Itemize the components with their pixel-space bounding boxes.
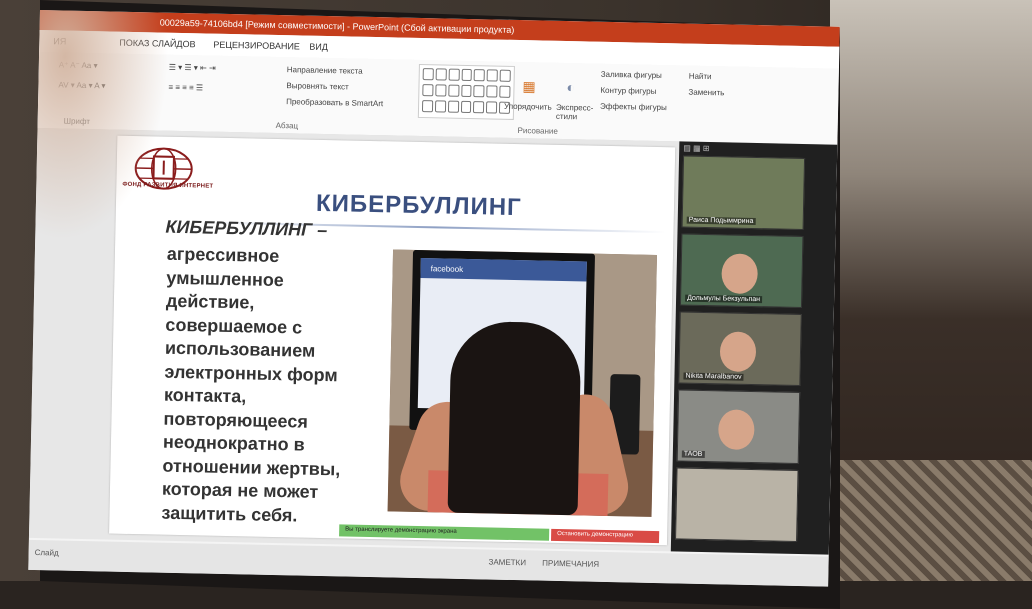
tab-home[interactable]: ИЯ xyxy=(53,36,66,46)
notes-button[interactable]: ЗАМЕТКИ xyxy=(488,558,526,568)
slide-canvas[interactable]: ФОНД РАЗВИТИЯ ИНТЕРНЕТ КИБЕРБУЛЛИНГ КИБЕ… xyxy=(109,136,675,546)
definition-term: КИБЕРБУЛЛИНГ – xyxy=(165,217,327,241)
arrange-icon: ▦ xyxy=(522,78,536,95)
photo-screen-brand: facebook xyxy=(431,264,464,274)
gallery-toolbar[interactable]: ▤ ▦ ⊞ xyxy=(683,144,833,157)
shape-fill-button[interactable]: Заливка фигуры xyxy=(601,70,662,80)
participant-tile[interactable]: Раиса Подыммрина xyxy=(682,155,805,230)
shapes-gallery[interactable] xyxy=(418,64,515,120)
drawing-group-label: Рисование xyxy=(517,126,557,136)
tab-slideshow[interactable]: ПОКАЗ СЛАЙДОВ xyxy=(119,38,195,50)
tab-view[interactable]: ВИД xyxy=(309,42,328,52)
align-controls[interactable]: ≡ ≡ ≡ ≡ ☰ xyxy=(168,83,203,93)
tab-review[interactable]: РЕЦЕНЗИРОВАНИЕ xyxy=(213,40,300,52)
paragraph-group-label: Абзац xyxy=(276,121,299,130)
slide-title: КИБЕРБУЛЛИНГ xyxy=(316,190,522,222)
carpet xyxy=(820,460,1032,581)
arrange-button[interactable]: Упорядочить xyxy=(504,102,552,112)
definition-text: агрессивное умышленное действие, соверша… xyxy=(161,243,387,530)
list-controls[interactable]: ☰ ▾ ☰ ▾ ⇤ ⇥ xyxy=(169,63,216,73)
participant-tile[interactable] xyxy=(675,467,798,542)
participant-tile[interactable]: Дольмулы Бекзульпан xyxy=(680,233,803,308)
quick-styles-button[interactable]: Экспресс-стили xyxy=(556,103,596,122)
participant-name: Nikita Maralbanov xyxy=(683,373,743,381)
stop-share-button[interactable]: Остановить демонстрацию xyxy=(551,529,659,543)
cyberbullying-photo: facebook xyxy=(388,249,657,516)
globe-logo-icon xyxy=(130,144,197,197)
find-button[interactable]: Найти xyxy=(689,72,712,81)
comments-button[interactable]: ПРИМЕЧАНИЯ xyxy=(542,559,599,569)
align-text-button[interactable]: Выровнять текст xyxy=(286,81,349,91)
replace-button[interactable]: Заменить xyxy=(688,88,724,98)
convert-smartart-button[interactable]: Преобразовать в SmartArt xyxy=(286,97,383,108)
participant-name: TAOB xyxy=(682,451,705,458)
monitor-screen: 00029a59-74106bd4 [Режим совместимости] … xyxy=(28,10,840,587)
participant-name: Раиса Подыммрина xyxy=(687,217,756,225)
window-title: 00029a59-74106bd4 [Режим совместимости] … xyxy=(160,18,515,35)
photo-screen-header: facebook xyxy=(420,258,586,281)
font-group-label: Шрифт xyxy=(64,117,91,127)
font-color-controls[interactable]: AV ▾ Aa ▾ A ▾ xyxy=(58,80,105,90)
quick-styles-icon: ◐ xyxy=(566,79,575,95)
shape-effects-button[interactable]: Эффекты фигуры xyxy=(600,102,667,112)
slide-indicator: Слайд xyxy=(35,548,59,558)
participant-tile[interactable]: Nikita Maralbanov xyxy=(678,311,801,386)
video-gallery: ▤ ▦ ⊞ Раиса Подыммрина Дольмулы Бекзульп… xyxy=(671,141,838,554)
font-size-controls[interactable]: A⁺ A⁻ Aa ▾ xyxy=(59,60,98,70)
text-direction-button[interactable]: Направление текста xyxy=(287,65,363,76)
shape-outline-button[interactable]: Контур фигуры xyxy=(600,86,656,96)
participant-tile[interactable]: TAOB xyxy=(677,389,800,464)
participant-name: Дольмулы Бекзульпан xyxy=(685,295,762,304)
